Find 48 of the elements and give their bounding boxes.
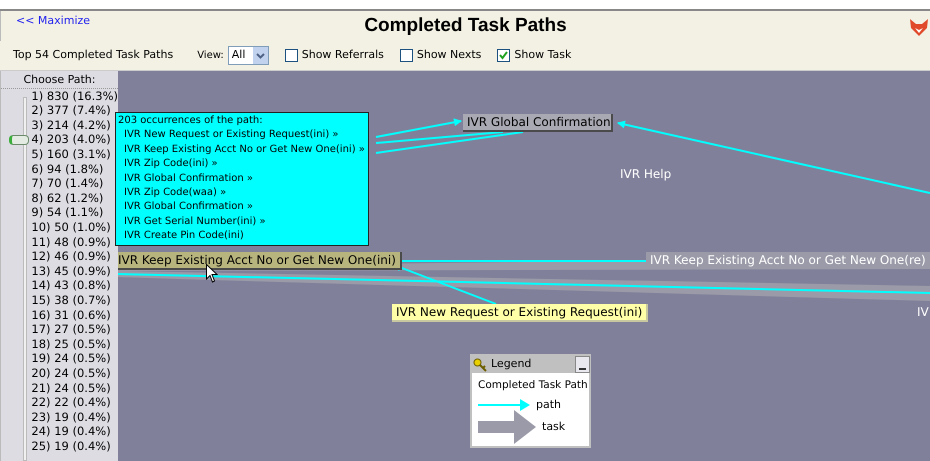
task-label: IV xyxy=(917,304,929,320)
tooltip-step: IVR Global Confirmation » xyxy=(118,172,366,186)
path-option[interactable]: 23) 19 (0.4%) xyxy=(31,408,111,426)
slider-thumb[interactable] xyxy=(9,134,30,145)
tooltip-step: IVR New Request or Existing Request(ini) » xyxy=(118,128,366,143)
task-node[interactable]: IVR New Request or Existing Request(ini) xyxy=(392,304,648,322)
checkbox[interactable] xyxy=(400,49,413,62)
path-option[interactable]: 21) 24 (0.5%) xyxy=(31,380,111,397)
path-option[interactable]: 10) 50 (1.0%) xyxy=(31,219,111,236)
tooltip-step: IVR Get Serial Number(ini) » xyxy=(118,214,366,230)
tooltip-step: IVR Zip Code(waa) » xyxy=(118,186,366,200)
chooser-title: Choose Path: xyxy=(22,72,96,88)
tooltip-step: IVR Global Confirmation » xyxy=(118,200,366,215)
key-icon xyxy=(473,358,487,372)
path-option[interactable]: 17) 27 (0.5%) xyxy=(31,321,111,338)
path-option[interactable]: 5) 160 (3.1%) xyxy=(31,146,111,164)
path-option[interactable]: 7) 70 (1.4%) xyxy=(31,175,104,192)
view-dropdown[interactable]: All xyxy=(228,46,269,65)
task-node[interactable]: IVR Global Confirmation xyxy=(463,114,613,132)
path-option[interactable]: 11) 48 (0.9%) xyxy=(31,234,111,251)
path-option[interactable]: 1) 830 (16.3%) xyxy=(31,88,118,105)
legend-title: Legend xyxy=(491,356,532,372)
tooltip-step: IVR Create Pin Code(ini) xyxy=(118,229,366,244)
page-title: Completed Task Paths xyxy=(364,14,567,36)
checkbox-label: Show Referrals xyxy=(302,47,384,64)
task-label: IVR Keep Existing Acct No or Get New One(re) xyxy=(646,252,930,268)
tooltip-step: IVR Keep Existing Acct No or Get New One(ini) » xyxy=(118,142,366,158)
legend-label: path xyxy=(536,396,562,412)
checkbox[interactable] xyxy=(284,49,298,62)
path-option[interactable]: 16) 31 (0.6%) xyxy=(31,306,111,324)
path-option[interactable]: 12) 46 (0.9%) xyxy=(31,248,111,266)
check-icon xyxy=(499,51,508,60)
tooltip-step: IVR Zip Code(ini) » xyxy=(118,157,366,172)
checkbox-label: Show Nexts xyxy=(416,47,482,64)
tooltip-heading: 203 occurrences of the path: xyxy=(118,114,264,128)
fox-logo-icon xyxy=(908,16,930,38)
chevron-down-icon xyxy=(252,47,268,64)
view-label: View: xyxy=(197,49,224,63)
paths-summary: Top 54 Completed Task Paths xyxy=(13,47,174,64)
legend-label: task xyxy=(542,418,566,434)
minimize-button[interactable] xyxy=(575,356,590,373)
path-option[interactable]: 22) 22 (0.4%) xyxy=(31,394,111,412)
task-label: IVR Help xyxy=(620,166,672,182)
path-option[interactable]: 6) 94 (1.8%) xyxy=(31,160,104,178)
task-node[interactable]: IVR Keep Existing Acct No or Get New One(ini) xyxy=(118,252,402,270)
maximize-link[interactable]: << Maximize xyxy=(16,13,90,30)
checkbox[interactable] xyxy=(497,49,510,62)
checkbox-label: Show Task xyxy=(514,47,572,64)
